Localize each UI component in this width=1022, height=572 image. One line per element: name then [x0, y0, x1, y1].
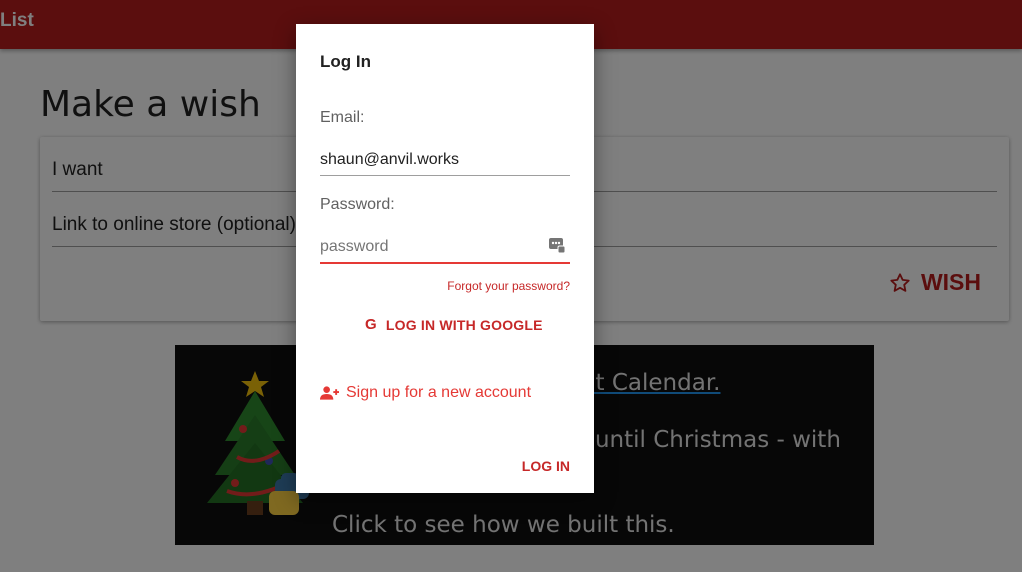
email-label: Email:	[320, 109, 365, 126]
add-user-icon	[320, 386, 339, 400]
google-icon: G	[365, 316, 377, 333]
signup-link[interactable]: Sign up for a new account	[320, 384, 531, 402]
login-button[interactable]: LOG IN	[522, 458, 570, 474]
forgot-password-link[interactable]: Forgot your password?	[447, 279, 570, 293]
google-login-label: LOG IN WITH GOOGLE	[385, 316, 543, 333]
password-label: Password:	[320, 196, 395, 213]
email-field[interactable]	[320, 145, 570, 176]
password-manager-icon[interactable]	[548, 236, 566, 254]
signup-link-label: Sign up for a new account	[346, 384, 532, 401]
password-field[interactable]	[320, 232, 570, 264]
login-dialog: Log In Email: Password: Forgot your pass…	[296, 24, 594, 493]
google-login-button[interactable]: G LOG IN WITH GOOGLE	[365, 316, 543, 333]
dialog-title: Log In	[320, 52, 371, 71]
